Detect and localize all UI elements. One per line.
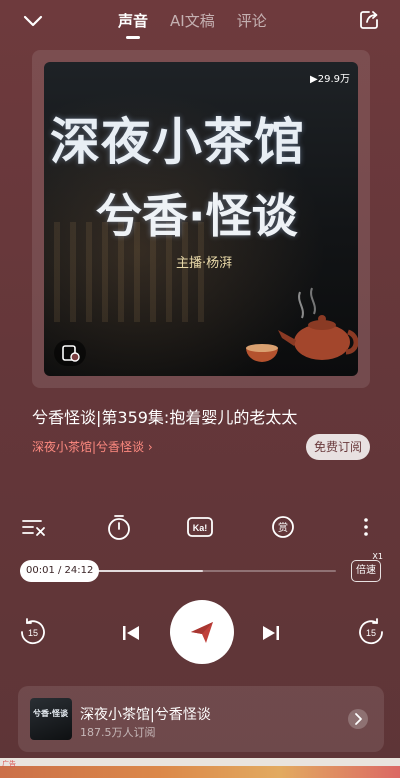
ad-image (0, 766, 400, 778)
cover-title-line2: 兮香·怪谈 (96, 189, 298, 243)
tab-comments[interactable]: 评论 (237, 10, 267, 39)
album-thumbnail-text: 兮香·怪谈 (33, 709, 69, 718)
tab-bar: 声音 AI文稿 评论 (118, 10, 267, 39)
forward-seconds: 15 (366, 628, 376, 638)
playlist-icon[interactable] (19, 512, 49, 542)
play-icon (191, 622, 213, 643)
playback-controls: 15 15 (0, 600, 400, 664)
reward-icon[interactable]: 赏 (268, 512, 298, 542)
speed-label: 倍速 (351, 560, 381, 582)
teapot-icon (246, 287, 358, 362)
album-mini-card[interactable]: 兮香·怪谈 深夜小茶馆|兮香怪谈 187.5万人订阅 (18, 686, 384, 752)
previous-track-icon[interactable] (120, 622, 142, 644)
svg-text:赏: 赏 (278, 522, 288, 534)
cover-badge-icon[interactable] (54, 340, 86, 366)
karaoke-icon[interactable]: Ka! (185, 512, 215, 542)
album-name: 深夜小茶馆|兮香怪谈 (80, 707, 211, 723)
forward-15-icon[interactable]: 15 (358, 618, 386, 646)
svg-text:Ka!: Ka! (193, 523, 208, 533)
progress-bar[interactable]: 00:01 / 24:12 (20, 560, 336, 582)
rewind-15-icon[interactable]: 15 (18, 618, 46, 646)
album-link[interactable]: 深夜小茶馆|兮香怪谈 › (32, 438, 153, 455)
top-bar: 声音 AI文稿 评论 (0, 0, 400, 44)
timer-icon[interactable] (104, 512, 134, 542)
play-count: ▶29.9万 (310, 74, 350, 85)
episode-title: 兮香怪谈|第359集:抱着婴儿的老太太 (32, 408, 298, 427)
album-cover[interactable]: ▶29.9万 深夜小茶馆 兮香·怪谈 主播·杨湃 (44, 62, 358, 376)
progress-time[interactable]: 00:01 / 24:12 (20, 560, 100, 582)
rewind-seconds: 15 (28, 628, 38, 638)
tool-row: Ka! 赏 (0, 512, 400, 542)
cover-host: 主播·杨湃 (176, 256, 233, 271)
next-track-icon[interactable] (260, 622, 282, 644)
ad-banner[interactable]: 广告 (0, 758, 400, 778)
tab-audio[interactable]: 声音 (118, 10, 148, 39)
ad-tag: 广告 (2, 760, 16, 768)
collapse-chevron-icon[interactable] (20, 10, 46, 32)
album-thumbnail: 兮香·怪谈 (30, 698, 72, 740)
play-pause-button[interactable] (170, 600, 234, 664)
chevron-right-icon[interactable] (348, 709, 368, 729)
cover-title-line1: 深夜小茶馆 (50, 113, 305, 171)
subscribe-button[interactable]: 免费订阅 (306, 434, 370, 460)
tab-ai-transcript[interactable]: AI文稿 (170, 10, 215, 39)
speed-multiplier: X1 (372, 552, 383, 561)
speed-button[interactable]: 倍速 X1 (351, 552, 383, 582)
share-icon[interactable] (358, 9, 380, 31)
more-icon[interactable] (351, 512, 381, 542)
album-subscribers: 187.5万人订阅 (80, 726, 156, 739)
